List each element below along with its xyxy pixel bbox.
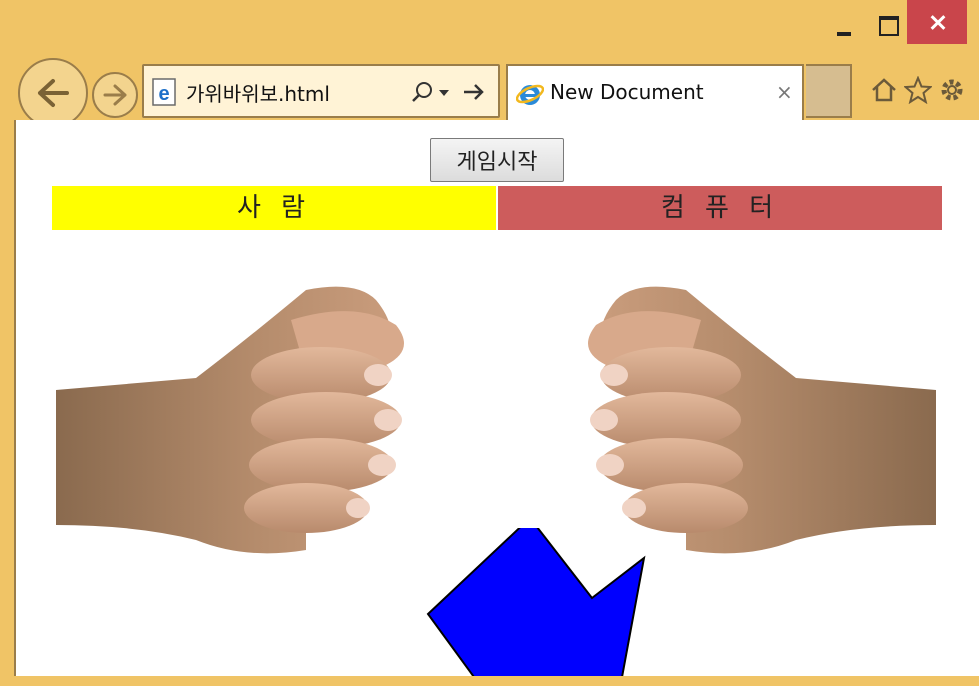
forward-icon (103, 84, 127, 106)
human-hand-image (56, 286, 404, 554)
computer-header: 컴 퓨 터 (498, 186, 942, 230)
computer-hand-image (588, 286, 936, 554)
dropdown-icon[interactable] (438, 88, 450, 98)
tab-close-icon[interactable]: × (776, 80, 793, 104)
search-icon[interactable] (410, 80, 434, 104)
human-header: 사 람 (52, 186, 496, 230)
minimize-button[interactable] (823, 0, 867, 50)
back-icon (38, 79, 69, 107)
back-button[interactable] (18, 58, 88, 128)
ie-icon (516, 84, 544, 105)
go-icon[interactable] (462, 80, 486, 104)
page-icon: e (152, 78, 176, 106)
maximize-button[interactable] (867, 0, 907, 50)
new-tab-button[interactable] (806, 64, 852, 118)
star-icon[interactable] (904, 76, 932, 104)
start-game-button[interactable]: 게임시작 (430, 138, 564, 182)
page-content: 게임시작 사 람 컴 퓨 터 (14, 120, 979, 676)
address-bar[interactable]: e 가위바위보.html (142, 64, 500, 118)
svg-text:e: e (158, 83, 169, 105)
forward-button[interactable] (92, 72, 138, 118)
address-text: 가위바위보.html (186, 82, 330, 106)
tab-title: New Document (550, 80, 704, 104)
tab-new-document[interactable]: New Document × (506, 64, 804, 120)
home-icon[interactable] (870, 76, 898, 104)
arrow-shape (426, 528, 646, 676)
close-window-button[interactable] (907, 0, 967, 44)
gear-icon[interactable] (938, 76, 966, 104)
